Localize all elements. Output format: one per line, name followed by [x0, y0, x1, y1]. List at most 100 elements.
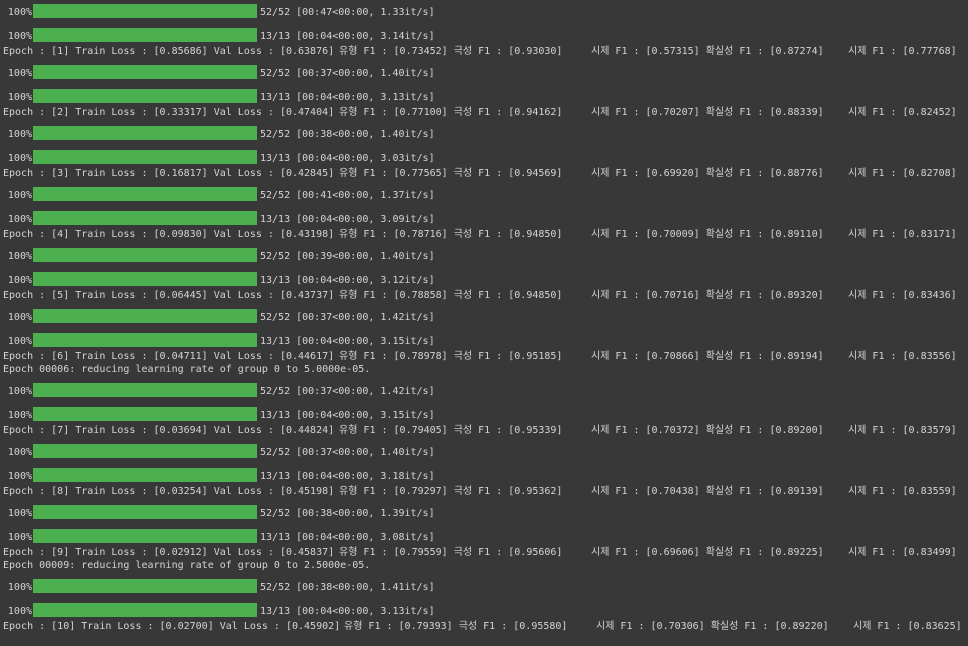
progress-row: 100% 52/52 [00:41<00:00, 1.37it/s]: [0, 185, 968, 203]
type-polarity-f1-text: 유형 F1 : [0.73452] 극성 F1 : [0.93030]: [339, 46, 563, 57]
progress-bar: [33, 333, 257, 347]
progress-stats: 52/52 [00:41<00:00, 1.37it/s]: [260, 190, 435, 201]
progress-bar: [33, 248, 257, 262]
epoch-loss-text: Epoch : [4] Train Loss : [0.09830] Val L…: [3, 229, 335, 240]
progress-percent: 100%: [7, 312, 32, 323]
progress-row: 100% 52/52 [00:38<00:00, 1.39it/s]: [0, 503, 968, 521]
tense-certainty-f1-text: 시제 F1 : [0.70009] 확실성 F1 : [0.89110]: [591, 229, 824, 240]
total-f1-text: 시제 F1 : [0.83559]: [848, 486, 957, 497]
progress-bar: [33, 211, 257, 225]
progress-stats: 52/52 [00:37<00:00, 1.42it/s]: [260, 386, 435, 397]
tense-certainty-f1-text: 시제 F1 : [0.70372] 확실성 F1 : [0.89200]: [591, 425, 824, 436]
tense-certainty-f1-text: 시제 F1 : [0.70866] 확실성 F1 : [0.89194]: [591, 351, 824, 362]
progress-percent: 100%: [7, 532, 32, 543]
total-f1-text: 시제 F1 : [0.83171]: [848, 229, 957, 240]
progress-stats: 52/52 [00:37<00:00, 1.42it/s]: [260, 312, 435, 323]
progress-row: 100% 52/52 [00:38<00:00, 1.40it/s]: [0, 124, 968, 142]
progress-bar: [33, 468, 257, 482]
progress-row: 100% 52/52 [00:37<00:00, 1.40it/s]: [0, 442, 968, 460]
epoch-loss-text: Epoch : [3] Train Loss : [0.16817] Val L…: [3, 168, 335, 179]
progress-row: 100% 52/52 [00:47<00:00, 1.33it/s]: [0, 2, 968, 20]
total-f1-text: 시제 F1 : [0.82452]: [848, 107, 957, 118]
type-polarity-f1-text: 유형 F1 : [0.79297] 극성 F1 : [0.95362]: [339, 486, 563, 497]
epoch-metrics-row: Epoch : [2] Train Loss : [0.33317] Val L…: [0, 106, 968, 120]
progress-row: 100% 13/13 [00:04<00:00, 3.18it/s]: [0, 466, 968, 484]
tense-certainty-f1-text: 시제 F1 : [0.70716] 확실성 F1 : [0.89320]: [591, 290, 824, 301]
progress-row: 100% 52/52 [00:37<00:00, 1.40it/s]: [0, 63, 968, 81]
progress-bar-fill: [33, 89, 257, 103]
tense-certainty-f1-text: 시제 F1 : [0.69920] 확실성 F1 : [0.88776]: [591, 168, 824, 179]
epoch-metrics-row: Epoch : [6] Train Loss : [0.04711] Val L…: [0, 350, 968, 364]
progress-bar-fill: [33, 187, 257, 201]
progress-stats: 52/52 [00:47<00:00, 1.33it/s]: [260, 7, 435, 18]
progress-percent: 100%: [7, 31, 32, 42]
epoch-metrics-row: Epoch : [1] Train Loss : [0.85686] Val L…: [0, 45, 968, 59]
progress-stats: 52/52 [00:37<00:00, 1.40it/s]: [260, 447, 435, 458]
progress-stats: 13/13 [00:04<00:00, 3.14it/s]: [260, 31, 435, 42]
progress-percent: 100%: [7, 92, 32, 103]
progress-bar: [33, 383, 257, 397]
epoch-metrics-row: Epoch : [7] Train Loss : [0.03694] Val L…: [0, 424, 968, 438]
progress-bar-fill: [33, 603, 257, 617]
epoch-metrics-row: Epoch : [8] Train Loss : [0.03254] Val L…: [0, 485, 968, 499]
progress-percent: 100%: [7, 214, 32, 225]
progress-bar: [33, 603, 257, 617]
progress-bar-fill: [33, 28, 257, 42]
progress-bar-fill: [33, 579, 257, 593]
type-polarity-f1-text: 유형 F1 : [0.78978] 극성 F1 : [0.95185]: [339, 351, 563, 362]
console-output: 100% 52/52 [00:47<00:00, 1.33it/s] 100% 13/…: [0, 0, 968, 646]
progress-stats: 13/13 [00:04<00:00, 3.03it/s]: [260, 153, 435, 164]
total-f1-text: 시제 F1 : [0.77768]: [848, 46, 957, 57]
progress-stats: 13/13 [00:04<00:00, 3.13it/s]: [260, 92, 435, 103]
progress-bar-fill: [33, 407, 257, 421]
progress-stats: 52/52 [00:38<00:00, 1.40it/s]: [260, 129, 435, 140]
progress-row: 100% 13/13 [00:04<00:00, 3.13it/s]: [0, 601, 968, 619]
epoch-loss-text: Epoch : [5] Train Loss : [0.06445] Val L…: [3, 290, 335, 301]
progress-stats: 52/52 [00:38<00:00, 1.41it/s]: [260, 582, 435, 593]
type-polarity-f1-text: 유형 F1 : [0.77100] 극성 F1 : [0.94162]: [339, 107, 563, 118]
epoch-metrics-row: Epoch : [3] Train Loss : [0.16817] Val L…: [0, 167, 968, 181]
tense-certainty-f1-text: 시제 F1 : [0.70438] 확실성 F1 : [0.89139]: [591, 486, 824, 497]
total-f1-text: 시제 F1 : [0.83499]: [848, 547, 957, 558]
progress-bar-fill: [33, 126, 257, 140]
progress-bar: [33, 28, 257, 42]
progress-bar: [33, 309, 257, 323]
epoch-metrics-row: Epoch : [4] Train Loss : [0.09830] Val L…: [0, 228, 968, 242]
tense-certainty-f1-text: 시제 F1 : [0.70306] 확실성 F1 : [0.89220]: [596, 621, 829, 632]
progress-bar: [33, 89, 257, 103]
progress-percent: 100%: [7, 251, 32, 262]
progress-row: 100% 13/13 [00:04<00:00, 3.15it/s]: [0, 405, 968, 423]
progress-bar-fill: [33, 4, 257, 18]
progress-stats: 13/13 [00:04<00:00, 3.15it/s]: [260, 410, 435, 421]
progress-bar: [33, 126, 257, 140]
type-polarity-f1-text: 유형 F1 : [0.79559] 극성 F1 : [0.95606]: [339, 547, 563, 558]
progress-bar: [33, 272, 257, 286]
progress-row: 100% 52/52 [00:37<00:00, 1.42it/s]: [0, 381, 968, 399]
progress-percent: 100%: [7, 582, 32, 593]
tense-certainty-f1-text: 시제 F1 : [0.57315] 확실성 F1 : [0.87274]: [591, 46, 824, 57]
progress-row: 100% 52/52 [00:38<00:00, 1.41it/s]: [0, 577, 968, 595]
progress-bar: [33, 187, 257, 201]
progress-row: 100% 13/13 [00:04<00:00, 3.15it/s]: [0, 331, 968, 349]
progress-bar: [33, 65, 257, 79]
progress-bar-fill: [33, 272, 257, 286]
epoch-loss-text: Epoch : [6] Train Loss : [0.04711] Val L…: [3, 351, 335, 362]
progress-bar-fill: [33, 505, 257, 519]
epoch-metrics-row: Epoch : [5] Train Loss : [0.06445] Val L…: [0, 289, 968, 303]
progress-bar: [33, 529, 257, 543]
progress-bar: [33, 407, 257, 421]
progress-percent: 100%: [7, 153, 32, 164]
progress-row: 100% 52/52 [00:39<00:00, 1.40it/s]: [0, 246, 968, 264]
type-polarity-f1-text: 유형 F1 : [0.79405] 극성 F1 : [0.95339]: [339, 425, 563, 436]
progress-row: 100% 52/52 [00:37<00:00, 1.42it/s]: [0, 307, 968, 325]
type-polarity-f1-text: 유형 F1 : [0.79393] 극성 F1 : [0.95580]: [344, 621, 568, 632]
progress-bar-fill: [33, 211, 257, 225]
progress-stats: 13/13 [00:04<00:00, 3.15it/s]: [260, 336, 435, 347]
progress-bar-fill: [33, 65, 257, 79]
total-f1-text: 시제 F1 : [0.83556]: [848, 351, 957, 362]
type-polarity-f1-text: 유형 F1 : [0.78858] 극성 F1 : [0.94850]: [339, 290, 563, 301]
progress-row: 100% 13/13 [00:04<00:00, 3.03it/s]: [0, 148, 968, 166]
epoch-loss-text: Epoch : [9] Train Loss : [0.02912] Val L…: [3, 547, 335, 558]
progress-percent: 100%: [7, 471, 32, 482]
progress-stats: 13/13 [00:04<00:00, 3.08it/s]: [260, 532, 435, 543]
